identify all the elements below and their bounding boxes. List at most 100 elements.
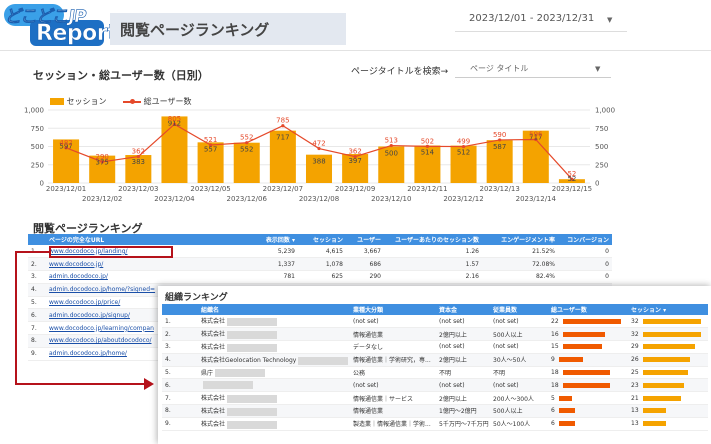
employees-cell: (not set) bbox=[490, 378, 548, 393]
line-data-label: 362 bbox=[348, 148, 361, 156]
page-title-filter-placeholder: ページ タイトル bbox=[470, 64, 529, 73]
table-row: 7. 株式会社 情報通信業｜サービス 2億円以上 200人～300人 5 21 bbox=[162, 391, 708, 406]
table-cell: 625 bbox=[298, 270, 346, 284]
table-cell: 82.4% bbox=[482, 270, 558, 284]
x-tick-label: 2023/12/15 bbox=[552, 185, 592, 193]
callout-line bbox=[15, 383, 147, 385]
redacted-block bbox=[203, 381, 253, 390]
column-header[interactable]: ユーザーあたりのセッション数 bbox=[384, 234, 482, 245]
y-tick-label: 500 bbox=[31, 143, 44, 151]
table-cell: 1,337 bbox=[216, 257, 298, 272]
users-bar bbox=[562, 318, 621, 324]
users-bar bbox=[558, 395, 572, 401]
redacted-block bbox=[227, 317, 278, 326]
column-header[interactable]: 組織名 bbox=[198, 304, 350, 315]
y-tick-label: 750 bbox=[31, 125, 44, 133]
users-bar bbox=[558, 421, 575, 427]
total-users-cell: 9 bbox=[548, 353, 628, 367]
line-data-label: 596 bbox=[529, 130, 543, 138]
table-cell: 686 bbox=[346, 257, 384, 272]
total-users-cell: 18 bbox=[548, 378, 628, 393]
chevron-down-icon[interactable]: ▼ bbox=[607, 16, 612, 24]
industry-cell: (not set) bbox=[350, 315, 436, 329]
column-header[interactable]: ページの完全なURL bbox=[46, 234, 216, 245]
chart-title: セッション・総ユーザー数（日別） bbox=[33, 69, 209, 82]
org-name-cell: 株式会社 bbox=[198, 327, 350, 342]
users-bar bbox=[558, 357, 583, 363]
table-cell: 21.52% bbox=[482, 245, 558, 259]
employees-cell: (not set) bbox=[490, 315, 548, 329]
total-users-cell: 22 bbox=[548, 315, 628, 329]
employees-cell: 200人～300人 bbox=[490, 391, 548, 406]
arrow-right-icon bbox=[144, 378, 154, 390]
sessions-cell: 23 bbox=[628, 378, 708, 393]
x-tick-label: 2023/12/11 bbox=[407, 185, 447, 193]
capital-cell: (not set) bbox=[436, 315, 490, 329]
column-header[interactable]: 従業員数 bbox=[490, 304, 548, 315]
line-data-label: 805 bbox=[168, 115, 181, 123]
table-cell: 781 bbox=[216, 270, 298, 284]
org-name-cell: 株式会社 bbox=[198, 404, 350, 418]
employees-cell: 50人～100人 bbox=[490, 417, 548, 431]
industry-cell: 情報通信業 bbox=[350, 404, 436, 418]
table-cell: 2.16 bbox=[384, 270, 482, 284]
redacted-block bbox=[298, 356, 349, 365]
industry-cell: 情報通信業｜学術研究，専... bbox=[350, 353, 436, 367]
column-header[interactable]: コンバージョン bbox=[558, 234, 612, 245]
column-header[interactable]: 総ユーザー数 bbox=[548, 304, 628, 315]
table-cell: 5,239 bbox=[216, 245, 298, 259]
row-rank: 7. bbox=[28, 321, 46, 336]
bar-data-label: 717 bbox=[276, 134, 289, 142]
row-rank: 9. bbox=[28, 347, 46, 361]
org-name-cell: 株式会社 bbox=[198, 391, 350, 406]
bar-data-label: 587 bbox=[493, 143, 506, 151]
bar-data-label: 512 bbox=[457, 149, 470, 157]
y-tick-label-right: 1,000 bbox=[595, 107, 615, 115]
table-header-row: ページの完全なURL 表示回数 ▾ セッション ユーザー ユーザーあたりのセッション数エ… bbox=[28, 234, 612, 245]
sessions-cell: 29 bbox=[628, 340, 708, 354]
bar-data-label: 557 bbox=[204, 145, 217, 153]
line-data-label: 785 bbox=[276, 117, 289, 125]
column-header[interactable]: ユーザー bbox=[346, 234, 384, 245]
x-tick-label: 2023/12/03 bbox=[118, 185, 158, 193]
industry-cell: 製造業｜情報通信業｜学術... bbox=[350, 417, 436, 431]
table-cell: 0 bbox=[558, 245, 612, 259]
row-rank: 2. bbox=[162, 327, 198, 342]
column-header[interactable]: セッション bbox=[298, 234, 346, 245]
x-tick-label: 2023/12/12 bbox=[443, 195, 483, 203]
column-header[interactable]: エンゲージメント率 bbox=[482, 234, 558, 245]
users-bar bbox=[562, 370, 611, 376]
y-tick-label-right: 500 bbox=[595, 143, 608, 151]
bar-data-label: 552 bbox=[240, 146, 253, 154]
x-tick-label: 2023/12/13 bbox=[479, 185, 519, 193]
line-data-label: 52 bbox=[567, 170, 576, 178]
column-header[interactable]: 業種大分類 bbox=[350, 304, 436, 315]
org-name-cell bbox=[198, 378, 350, 393]
x-tick-label: 2023/12/02 bbox=[82, 195, 122, 203]
employees-cell: 不明 bbox=[490, 366, 548, 380]
line-data-label: 499 bbox=[457, 138, 470, 146]
redacted-block bbox=[227, 407, 278, 416]
column-header[interactable]: セッション ▾ bbox=[628, 304, 708, 315]
row-rank: 4. bbox=[162, 353, 198, 367]
page-title: 閲覧ページランキング bbox=[120, 21, 270, 39]
x-tick-label: 2023/12/06 bbox=[227, 195, 268, 203]
line-data-label: 502 bbox=[421, 137, 434, 145]
page-url-link[interactable]: www.docodoco.jp/ bbox=[46, 257, 216, 272]
row-rank: 4. bbox=[28, 283, 46, 297]
bar-data-label: 514 bbox=[421, 148, 435, 156]
sessions-bar bbox=[642, 318, 701, 324]
org-name-cell: 株式会社Geolocation Technology bbox=[198, 353, 350, 367]
industry-cell: 情報通信業｜サービス bbox=[350, 391, 436, 406]
column-header[interactable]: 表示回数 ▾ bbox=[216, 234, 298, 245]
table-row: 5. 県庁 公務 不明 不明 18 25 bbox=[162, 366, 708, 380]
capital-cell: 2億円以上 bbox=[436, 391, 490, 406]
page-url-link[interactable]: admin.docodoco.jp/ bbox=[46, 270, 216, 284]
table-cell: 1.57 bbox=[384, 257, 482, 272]
chevron-down-icon[interactable]: ▼ bbox=[595, 65, 600, 73]
y-tick-label-right: 0 bbox=[595, 180, 599, 188]
daily-sessions-chart: 0 0250 250500 500750 7501,000 1,000597375 3839… bbox=[24, 107, 615, 204]
industry-cell: (not set) bbox=[350, 378, 436, 393]
users-bar bbox=[562, 382, 611, 388]
column-header[interactable]: 資本金 bbox=[436, 304, 490, 315]
